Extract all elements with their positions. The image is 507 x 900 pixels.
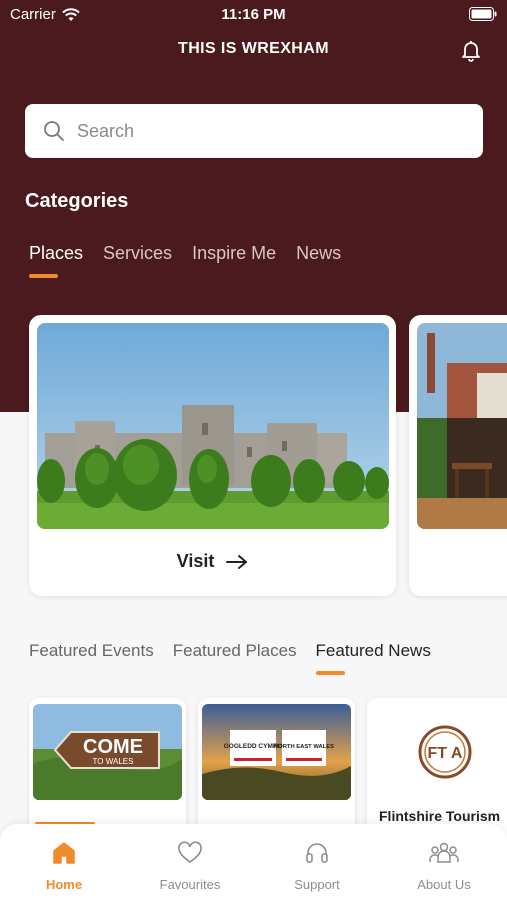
categories-heading: Categories (25, 190, 129, 212)
news-card[interactable]: FT A Flintshire Tourism (367, 698, 507, 838)
home-icon (53, 842, 75, 864)
featured-tabs: Featured Events Featured Places Featured… (29, 641, 431, 675)
place-card[interactable] (409, 315, 507, 596)
tab-news[interactable]: News (296, 243, 341, 264)
app-title: THIS IS WREXHAM (178, 40, 329, 57)
status-bar: Carrier 11:16 PM (0, 0, 507, 28)
people-icon (429, 842, 459, 863)
visit-label: Visit (176, 551, 215, 571)
come-to-wales-image: COME TO WALES (33, 704, 182, 800)
pub-image (417, 323, 507, 529)
visit-button[interactable]: Visit (29, 551, 396, 572)
news-card[interactable]: COME TO WALES (29, 698, 186, 838)
news-title: Flintshire Tourism (379, 808, 501, 824)
flintshire-tourism-logo: FT A (418, 725, 472, 779)
tab-favourites[interactable]: Favourites (127, 840, 253, 892)
tab-featured-events[interactable]: Featured Events (29, 641, 154, 661)
arrow-right-icon (226, 554, 248, 569)
north-east-wales-text: NORTH EAST WALES (274, 744, 334, 750)
heart-icon (178, 841, 202, 863)
to-wales-text: TO WALES (93, 757, 134, 766)
status-time: 11:16 PM (221, 6, 286, 23)
logo-text: FT A (428, 745, 463, 762)
tab-support-label: Support (294, 877, 340, 892)
battery-icon (469, 7, 497, 25)
headset-icon (306, 843, 328, 863)
tab-support[interactable]: Support (254, 840, 380, 892)
castle-image (37, 323, 389, 529)
search-bar[interactable] (25, 104, 483, 158)
tab-about-us-label: About Us (417, 877, 471, 892)
north-east-wales-image: GOGLEDD CYMRU NORTH EAST WALES (202, 704, 351, 800)
tab-inspire-me[interactable]: Inspire Me (192, 243, 276, 264)
search-input[interactable] (77, 120, 437, 142)
tab-places[interactable]: Places (29, 243, 83, 278)
tab-featured-news[interactable]: Featured News (315, 641, 431, 675)
news-card[interactable]: GOGLEDD CYMRU NORTH EAST WALES (198, 698, 355, 838)
tab-featured-places[interactable]: Featured Places (173, 641, 297, 661)
bell-icon[interactable] (459, 38, 483, 67)
tab-about-us[interactable]: About Us (381, 840, 507, 892)
tab-favourites-label: Favourites (159, 877, 221, 892)
bottom-tab-bar: Home Favourites Support About Us (0, 824, 507, 900)
search-icon (44, 121, 64, 141)
category-tabs: Places Services Inspire Me News (29, 243, 341, 278)
place-card[interactable]: Visit (29, 315, 396, 596)
tab-home-label: Home (45, 877, 83, 892)
tab-home[interactable]: Home (1, 840, 127, 892)
tab-services[interactable]: Services (103, 243, 172, 264)
come-text: COME (83, 736, 143, 758)
